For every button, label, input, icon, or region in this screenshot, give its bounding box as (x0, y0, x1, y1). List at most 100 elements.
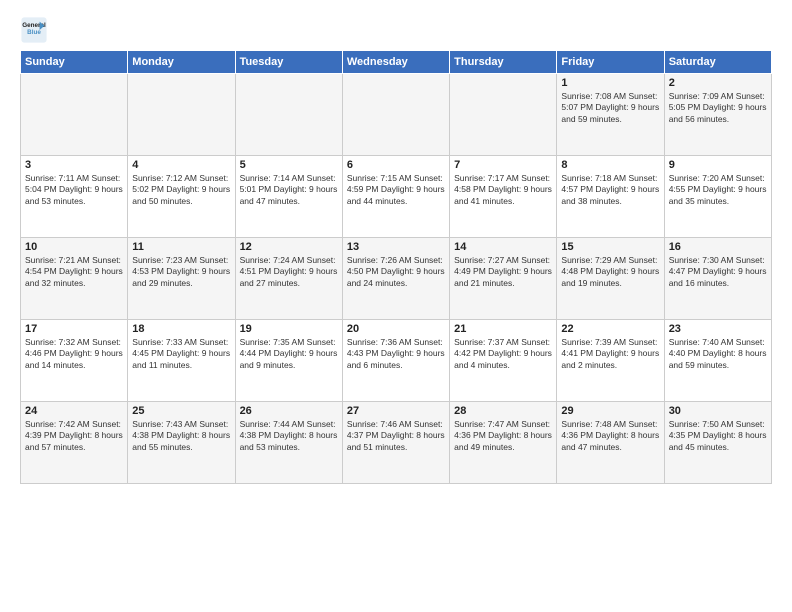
day-detail: Sunrise: 7:15 AM Sunset: 4:59 PM Dayligh… (347, 173, 445, 207)
day-cell: 28 Sunrise: 7:47 AM Sunset: 4:36 PM Dayli… (450, 402, 557, 484)
day-cell: 26 Sunrise: 7:44 AM Sunset: 4:38 PM Dayli… (235, 402, 342, 484)
col-header-friday: Friday (557, 51, 664, 74)
day-detail: Sunrise: 7:21 AM Sunset: 4:54 PM Dayligh… (25, 255, 123, 289)
day-number: 9 (669, 159, 767, 171)
week-row-3: 10Sunrise: 7:21 AM Sunset: 4:54 PM Dayli… (21, 238, 772, 320)
day-detail: Sunrise: 7:23 AM Sunset: 4:53 PM Dayligh… (132, 255, 230, 289)
day-cell: 19Sunrise: 7:35 AM Sunset: 4:44 PM Dayli… (235, 320, 342, 402)
col-header-tuesday: Tuesday (235, 51, 342, 74)
day-cell: 2 Sunrise: 7:09 AM Sunset: 5:05 PM Daylig… (664, 74, 771, 156)
page: General Blue SundayMondayTuesdayWednesda… (0, 0, 792, 612)
day-number: 3 (25, 159, 123, 171)
header-row: SundayMondayTuesdayWednesdayThursdayFrid… (21, 51, 772, 74)
day-detail: Sunrise: 7:26 AM Sunset: 4:50 PM Dayligh… (347, 255, 445, 289)
day-cell: 18 Sunrise: 7:33 AM Sunset: 4:45 PM Dayli… (128, 320, 235, 402)
day-detail: Sunrise: 7:33 AM Sunset: 4:45 PM Dayligh… (132, 337, 230, 371)
day-number: 16 (669, 241, 767, 253)
day-cell: 16 Sunrise: 7:30 AM Sunset: 4:47 PM Dayli… (664, 238, 771, 320)
day-number: 2 (669, 77, 767, 89)
week-row-4: 17 Sunrise: 7:32 AM Sunset: 4:46 PM Dayli… (21, 320, 772, 402)
day-number: 1 (561, 77, 659, 89)
day-detail: Sunrise: 7:27 AM Sunset: 4:49 PM Dayligh… (454, 255, 552, 289)
col-header-wednesday: Wednesday (342, 51, 449, 74)
col-header-thursday: Thursday (450, 51, 557, 74)
day-detail: Sunrise: 7:44 AM Sunset: 4:38 PM Dayligh… (240, 419, 338, 453)
day-cell: 24 Sunrise: 7:42 AM Sunset: 4:39 PM Dayli… (21, 402, 128, 484)
day-cell (342, 74, 449, 156)
day-cell: 23 Sunrise: 7:40 AM Sunset: 4:40 PM Dayli… (664, 320, 771, 402)
day-cell (235, 74, 342, 156)
day-number: 8 (561, 159, 659, 171)
day-cell: 8 Sunrise: 7:18 AM Sunset: 4:57 PM Daylig… (557, 156, 664, 238)
logo-icon: General Blue (20, 16, 48, 44)
day-number: 15 (561, 241, 659, 253)
day-cell: 1 Sunrise: 7:08 AM Sunset: 5:07 PM Daylig… (557, 74, 664, 156)
day-number: 17 (25, 323, 123, 335)
day-cell: 3 Sunrise: 7:11 AM Sunset: 5:04 PM Daylig… (21, 156, 128, 238)
day-cell: 12 Sunrise: 7:24 AM Sunset: 4:51 PM Dayli… (235, 238, 342, 320)
col-header-sunday: Sunday (21, 51, 128, 74)
day-detail: Sunrise: 7:37 AM Sunset: 4:42 PM Dayligh… (454, 337, 552, 371)
day-number: 28 (454, 405, 552, 417)
day-cell (21, 74, 128, 156)
day-cell: 10Sunrise: 7:21 AM Sunset: 4:54 PM Dayli… (21, 238, 128, 320)
day-number: 14 (454, 241, 552, 253)
header: General Blue (20, 16, 772, 44)
day-detail: Sunrise: 7:08 AM Sunset: 5:07 PM Dayligh… (561, 91, 659, 125)
day-number: 19 (240, 323, 338, 335)
day-detail: Sunrise: 7:46 AM Sunset: 4:37 PM Dayligh… (347, 419, 445, 453)
day-detail: Sunrise: 7:40 AM Sunset: 4:40 PM Dayligh… (669, 337, 767, 371)
day-detail: Sunrise: 7:11 AM Sunset: 5:04 PM Dayligh… (25, 173, 123, 207)
week-row-1: 1 Sunrise: 7:08 AM Sunset: 5:07 PM Daylig… (21, 74, 772, 156)
day-number: 4 (132, 159, 230, 171)
day-number: 23 (669, 323, 767, 335)
day-number: 12 (240, 241, 338, 253)
day-cell: 6 Sunrise: 7:15 AM Sunset: 4:59 PM Daylig… (342, 156, 449, 238)
day-detail: Sunrise: 7:47 AM Sunset: 4:36 PM Dayligh… (454, 419, 552, 453)
day-detail: Sunrise: 7:14 AM Sunset: 5:01 PM Dayligh… (240, 173, 338, 207)
day-detail: Sunrise: 7:20 AM Sunset: 4:55 PM Dayligh… (669, 173, 767, 207)
week-row-2: 3 Sunrise: 7:11 AM Sunset: 5:04 PM Daylig… (21, 156, 772, 238)
day-number: 18 (132, 323, 230, 335)
day-detail: Sunrise: 7:36 AM Sunset: 4:43 PM Dayligh… (347, 337, 445, 371)
day-number: 22 (561, 323, 659, 335)
day-detail: Sunrise: 7:09 AM Sunset: 5:05 PM Dayligh… (669, 91, 767, 125)
day-detail: Sunrise: 7:29 AM Sunset: 4:48 PM Dayligh… (561, 255, 659, 289)
day-cell: 27Sunrise: 7:46 AM Sunset: 4:37 PM Dayli… (342, 402, 449, 484)
day-detail: Sunrise: 7:48 AM Sunset: 4:36 PM Dayligh… (561, 419, 659, 453)
day-cell: 13 Sunrise: 7:26 AM Sunset: 4:50 PM Dayli… (342, 238, 449, 320)
day-number: 6 (347, 159, 445, 171)
calendar-table: SundayMondayTuesdayWednesdayThursdayFrid… (20, 50, 772, 484)
day-detail: Sunrise: 7:32 AM Sunset: 4:46 PM Dayligh… (25, 337, 123, 371)
day-detail: Sunrise: 7:17 AM Sunset: 4:58 PM Dayligh… (454, 173, 552, 207)
day-cell: 30Sunrise: 7:50 AM Sunset: 4:35 PM Dayli… (664, 402, 771, 484)
day-number: 25 (132, 405, 230, 417)
day-detail: Sunrise: 7:12 AM Sunset: 5:02 PM Dayligh… (132, 173, 230, 207)
col-header-saturday: Saturday (664, 51, 771, 74)
day-cell: 21 Sunrise: 7:37 AM Sunset: 4:42 PM Dayli… (450, 320, 557, 402)
day-detail: Sunrise: 7:18 AM Sunset: 4:57 PM Dayligh… (561, 173, 659, 207)
day-number: 24 (25, 405, 123, 417)
day-cell: 9 Sunrise: 7:20 AM Sunset: 4:55 PM Daylig… (664, 156, 771, 238)
day-cell: 25Sunrise: 7:43 AM Sunset: 4:38 PM Dayli… (128, 402, 235, 484)
week-row-5: 24 Sunrise: 7:42 AM Sunset: 4:39 PM Dayli… (21, 402, 772, 484)
day-detail: Sunrise: 7:24 AM Sunset: 4:51 PM Dayligh… (240, 255, 338, 289)
day-number: 11 (132, 241, 230, 253)
day-detail: Sunrise: 7:30 AM Sunset: 4:47 PM Dayligh… (669, 255, 767, 289)
day-cell: 14 Sunrise: 7:27 AM Sunset: 4:49 PM Dayli… (450, 238, 557, 320)
day-cell: 15 Sunrise: 7:29 AM Sunset: 4:48 PM Dayli… (557, 238, 664, 320)
day-number: 7 (454, 159, 552, 171)
day-cell: 7 Sunrise: 7:17 AM Sunset: 4:58 PM Daylig… (450, 156, 557, 238)
day-cell (450, 74, 557, 156)
logo: General Blue (20, 16, 54, 44)
day-detail: Sunrise: 7:50 AM Sunset: 4:35 PM Dayligh… (669, 419, 767, 453)
day-cell: 4 Sunrise: 7:12 AM Sunset: 5:02 PM Daylig… (128, 156, 235, 238)
day-number: 13 (347, 241, 445, 253)
day-number: 21 (454, 323, 552, 335)
day-detail: Sunrise: 7:42 AM Sunset: 4:39 PM Dayligh… (25, 419, 123, 453)
svg-text:Blue: Blue (27, 29, 41, 36)
day-number: 26 (240, 405, 338, 417)
day-number: 5 (240, 159, 338, 171)
day-cell: 11 Sunrise: 7:23 AM Sunset: 4:53 PM Dayli… (128, 238, 235, 320)
day-number: 20 (347, 323, 445, 335)
